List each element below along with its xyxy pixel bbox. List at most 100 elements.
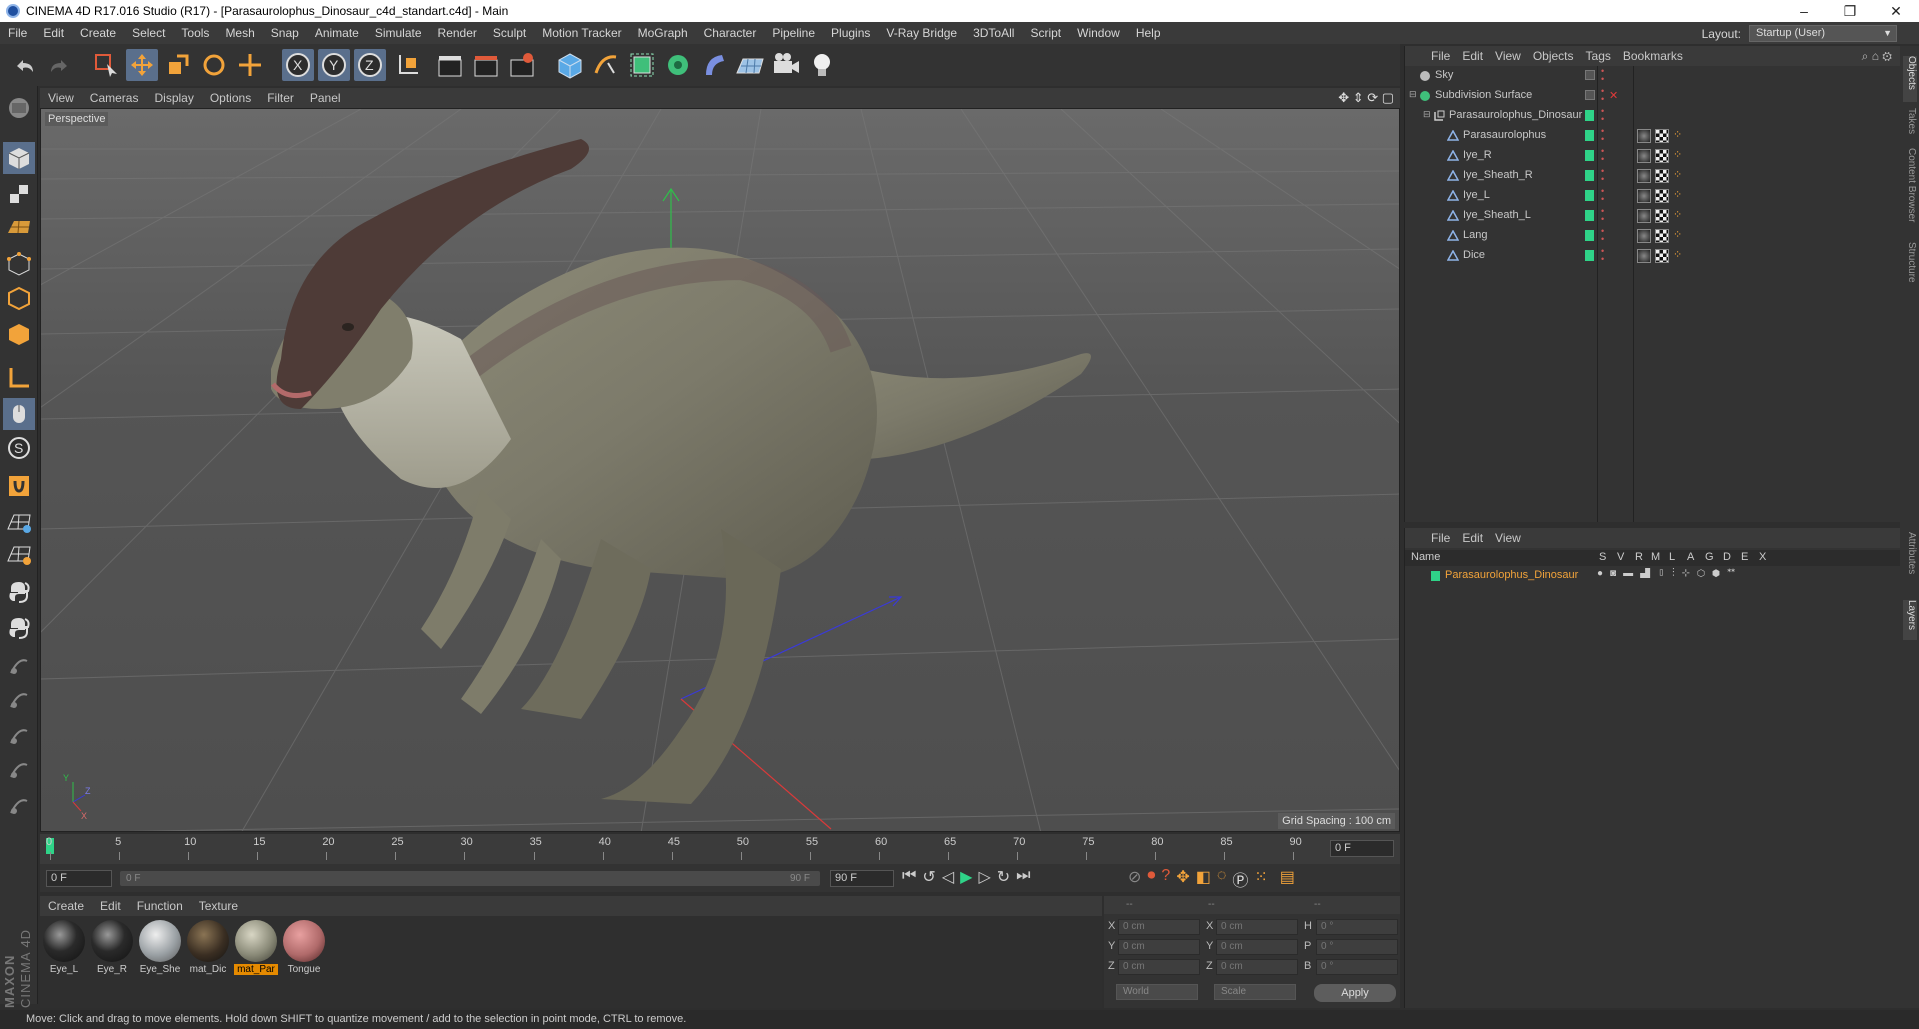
object-menu-bookmarks[interactable]: Bookmarks	[1617, 49, 1689, 63]
material-tag-icon[interactable]	[1637, 209, 1651, 223]
quantize-button[interactable]	[3, 538, 35, 570]
object-row[interactable]: Dice • • ⁘	[1405, 246, 1901, 266]
scale-tool-button[interactable]	[162, 49, 194, 81]
menu-pipeline[interactable]: Pipeline	[764, 26, 823, 40]
current-frame-field[interactable]: 0 F	[1330, 840, 1394, 857]
tweak-mode-button[interactable]	[3, 398, 35, 430]
go-to-end-icon[interactable]: ⏭	[1016, 867, 1030, 887]
start-frame-field[interactable]: 0 F	[46, 870, 112, 887]
menu-create[interactable]: Create	[72, 26, 124, 40]
3d-viewport[interactable]: Y Z X Perspective Grid Spacing : 100 cm	[40, 108, 1400, 832]
visibility-dots-icon[interactable]: • •	[1601, 247, 1604, 264]
script-tool-button-1[interactable]	[3, 650, 35, 682]
timeline-ruler[interactable]: 0 5 10 15 20 25 30 35 40 45 50 55 60 65 70 75 80 85 90 0 F	[40, 834, 1400, 864]
menu-help[interactable]: Help	[1128, 26, 1169, 40]
menu-select[interactable]: Select	[124, 26, 173, 40]
material-menu-create[interactable]: Create	[40, 899, 92, 913]
expand-toggle-icon[interactable]: ⊟	[1423, 109, 1431, 120]
script-tool-button-5[interactable]	[3, 790, 35, 822]
object-menu-edit[interactable]: Edit	[1456, 49, 1489, 63]
position-z-field[interactable]: 0 cm	[1118, 959, 1200, 975]
viewport-nav-icons[interactable]: ✥ ⇕ ⟳ ▢	[1338, 90, 1394, 106]
subdivision-surface-button[interactable]	[626, 49, 658, 81]
layer-color-swatch[interactable]	[1585, 210, 1594, 221]
key-scale-icon[interactable]: ◧	[1196, 867, 1211, 891]
expand-toggle-icon[interactable]: ⊟	[1409, 89, 1417, 100]
model-mode-button[interactable]	[3, 142, 35, 174]
menu-edit[interactable]: Edit	[35, 26, 72, 40]
previous-frame-icon[interactable]: ◁	[942, 867, 954, 887]
menu-character[interactable]: Character	[696, 26, 765, 40]
tab-layers[interactable]: Layers	[1903, 600, 1917, 640]
menu-simulate[interactable]: Simulate	[367, 26, 430, 40]
phong-tag-icon[interactable]: ⁘	[1673, 188, 1682, 201]
axis-mode-button[interactable]	[3, 362, 35, 394]
phong-tag-icon[interactable]: ⁘	[1673, 148, 1682, 161]
make-editable-button[interactable]	[3, 92, 35, 124]
minimize-button[interactable]: –	[1781, 3, 1827, 19]
redo-button[interactable]	[44, 49, 76, 81]
workplane-mode-button[interactable]	[3, 210, 35, 242]
rotate-tool-button[interactable]	[198, 49, 230, 81]
material-tag-icon[interactable]	[1637, 129, 1651, 143]
material-tag-icon[interactable]	[1637, 229, 1651, 243]
object-row[interactable]: Sky • •	[1405, 66, 1901, 86]
object-row[interactable]: Lang • • ⁘	[1405, 226, 1901, 246]
go-to-start-icon[interactable]: ⏮	[902, 867, 916, 887]
menu-mograph[interactable]: MoGraph	[630, 26, 696, 40]
texture-mode-button[interactable]	[3, 178, 35, 210]
material-item[interactable]: Tongue	[282, 920, 326, 975]
menu-animate[interactable]: Animate	[307, 26, 367, 40]
material-menu-texture[interactable]: Texture	[191, 899, 246, 913]
visibility-dots-icon[interactable]: • •	[1601, 227, 1604, 244]
disabled-x-icon[interactable]: ✕	[1609, 89, 1618, 102]
menu-script[interactable]: Script	[1022, 26, 1069, 40]
end-frame-field[interactable]: 90 F	[830, 870, 894, 887]
maximize-button[interactable]: ❐	[1827, 3, 1873, 20]
tab-takes[interactable]: Takes	[1903, 108, 1917, 142]
autokey-icon[interactable]: ?	[1161, 867, 1170, 891]
snap-button[interactable]: S	[3, 432, 35, 464]
texture-tag-icon[interactable]	[1655, 229, 1669, 243]
motion-record-icon[interactable]: ⊘	[1128, 867, 1141, 891]
tab-attributes[interactable]: Attributes	[1903, 532, 1917, 594]
menu-mesh[interactable]: Mesh	[217, 26, 262, 40]
edges-mode-button[interactable]	[3, 282, 35, 314]
object-menu-objects[interactable]: Objects	[1527, 49, 1580, 63]
visibility-dots-icon[interactable]: • •	[1601, 187, 1604, 204]
polygons-mode-button[interactable]	[3, 318, 35, 350]
viewport-menu-view[interactable]: View	[40, 91, 82, 105]
material-tag-icon[interactable]	[1637, 169, 1651, 183]
script-tool-button-3[interactable]	[3, 720, 35, 752]
viewport-menu-filter[interactable]: Filter	[259, 91, 302, 105]
menu-vray-bridge[interactable]: V-Ray Bridge	[878, 26, 965, 40]
script-tool-button-2[interactable]	[3, 684, 35, 716]
layout-dropdown[interactable]: Startup (User) ▼	[1749, 25, 1897, 42]
visibility-dots-icon[interactable]: • •	[1601, 207, 1604, 224]
layer-menu-view[interactable]: View	[1489, 531, 1527, 545]
size-y-field[interactable]: 0 cm	[1216, 939, 1298, 955]
script-tool-button-4[interactable]	[3, 754, 35, 786]
object-row[interactable]: Iye_Sheath_R • • ⁘	[1405, 166, 1901, 186]
tab-content-browser[interactable]: Content Browser	[1903, 148, 1917, 236]
object-row[interactable]: ⊟ Subdivision Surface • • ✕	[1405, 86, 1901, 106]
layer-color-swatch[interactable]	[1585, 170, 1594, 181]
visibility-dots-icon[interactable]: • •	[1601, 107, 1604, 124]
spline-pen-button[interactable]	[590, 49, 622, 81]
object-menu-file[interactable]: File	[1425, 49, 1456, 63]
material-item[interactable]: mat_Dic	[186, 920, 230, 975]
visibility-dots-icon[interactable]: • •	[1601, 147, 1604, 164]
phong-tag-icon[interactable]: ⁘	[1673, 248, 1682, 261]
visibility-dots-icon[interactable]: • •	[1601, 127, 1604, 144]
menu-snap[interactable]: Snap	[263, 26, 307, 40]
phong-tag-icon[interactable]: ⁘	[1673, 208, 1682, 221]
close-button[interactable]: ✕	[1873, 3, 1919, 20]
viewport-menu-options[interactable]: Options	[202, 91, 259, 105]
light-button[interactable]	[806, 49, 838, 81]
phong-tag-icon[interactable]: ⁘	[1673, 228, 1682, 241]
tab-objects[interactable]: Objects	[1903, 56, 1917, 102]
texture-tag-icon[interactable]	[1655, 169, 1669, 183]
material-item[interactable]: mat_Par	[234, 920, 278, 975]
key-position-icon[interactable]: ✥	[1176, 867, 1189, 891]
python-script-button-1[interactable]	[3, 576, 35, 608]
